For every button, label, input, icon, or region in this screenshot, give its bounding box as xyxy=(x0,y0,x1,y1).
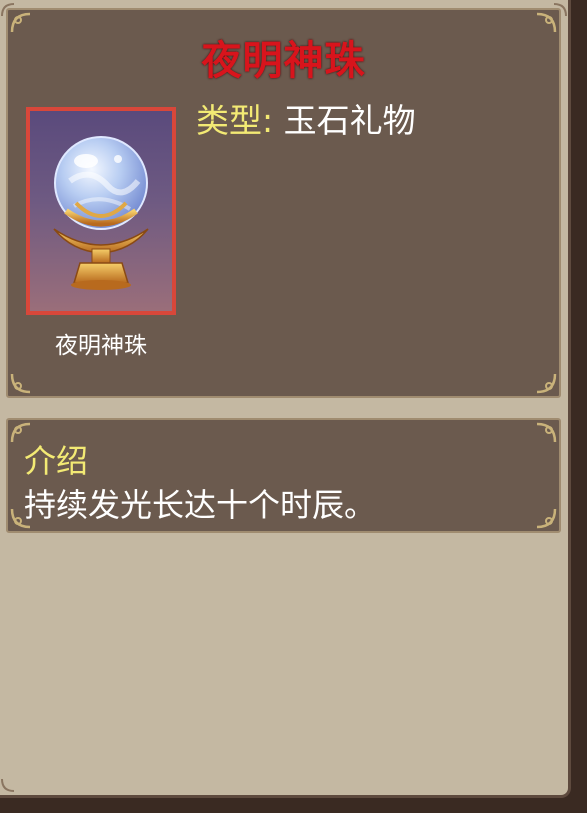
item-detail-panel: 夜明神珠 夜明神珠 类型: 玉石礼物 介绍 持续发光长达十个时辰。 xyxy=(0,0,571,798)
ornament-corner-icon xyxy=(552,2,568,18)
ornament-corner-icon xyxy=(535,422,557,444)
ornament-corner-icon xyxy=(0,777,16,793)
ornament-corner-icon xyxy=(0,2,16,18)
item-info-box: 夜明神珠 夜明神珠 类型: 玉石礼物 xyxy=(6,8,561,398)
description-text: 持续发光长达十个时辰。 xyxy=(24,486,377,524)
crystal-orb-icon xyxy=(53,136,149,290)
type-separator: : xyxy=(262,101,274,140)
type-value: 玉石礼物 xyxy=(283,101,416,140)
item-icon-frame xyxy=(26,107,176,315)
ornament-corner-icon xyxy=(535,507,557,529)
description-heading: 介绍 xyxy=(24,442,89,480)
item-description-box: 介绍 持续发光长达十个时辰。 xyxy=(6,418,561,533)
item-caption: 夜明神珠 xyxy=(55,333,147,359)
item-title: 夜明神珠 xyxy=(201,38,366,84)
type-label: 类型 xyxy=(196,101,262,140)
item-type-line: 类型: 玉石礼物 xyxy=(196,94,416,142)
ornament-corner-icon xyxy=(535,372,557,394)
ornament-corner-icon xyxy=(10,372,32,394)
